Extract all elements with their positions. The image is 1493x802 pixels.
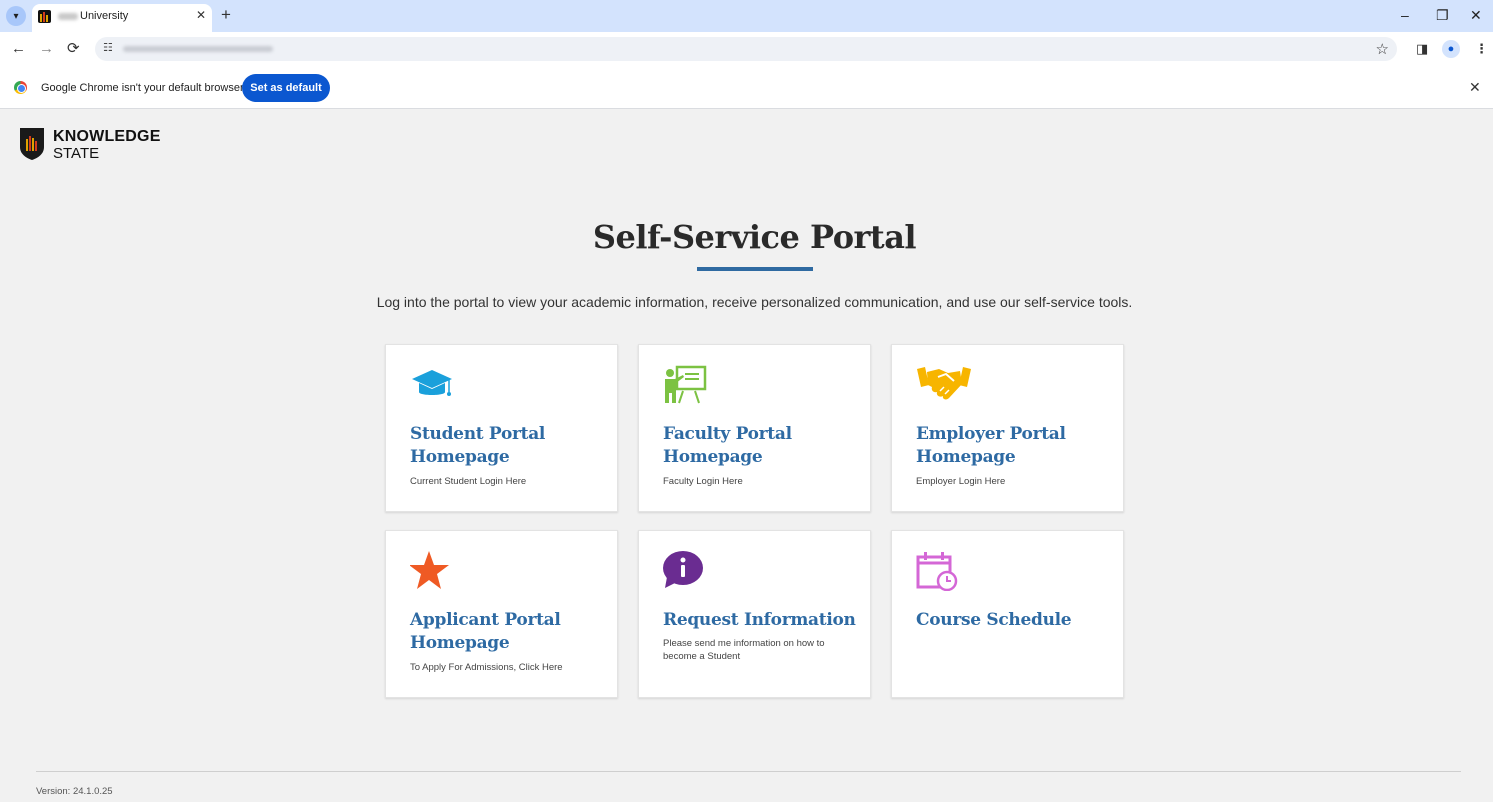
chrome-logo-icon [14, 81, 27, 94]
course-schedule-card[interactable]: Course Schedule [891, 530, 1124, 698]
footer-divider [36, 771, 1461, 772]
card-description: To Apply For Admissions, Click Here [410, 662, 563, 673]
back-button[interactable]: ← [11, 40, 26, 58]
page-intro: Log into the portal to view your academi… [376, 294, 1133, 310]
default-browser-infobar: Google Chrome isn't your default browser… [0, 66, 1493, 109]
calendar-clock-icon [916, 552, 958, 591]
card-description: Please send me information on how to bec… [663, 638, 825, 662]
close-window-button[interactable]: ✕ [1470, 6, 1482, 24]
card-title: Faculty Portal Homepage [663, 424, 792, 467]
side-panel-icon[interactable]: ◨ [1416, 41, 1428, 57]
site-settings-icon[interactable]: ☷ [103, 41, 113, 54]
logo-text-line2: STATE [53, 145, 100, 162]
star-icon [410, 551, 449, 589]
minimize-button[interactable]: – [1401, 6, 1409, 24]
bookmark-star-icon[interactable]: ☆ [1376, 40, 1389, 58]
card-description: Current Student Login Here [410, 476, 527, 487]
logo-text-line1: KNOWLEDGE [53, 128, 161, 145]
infobar-close-icon[interactable]: ✕ [1469, 79, 1481, 96]
card-title: Applicant Portal Homepage [410, 610, 561, 653]
restore-button[interactable]: ❐ [1436, 6, 1449, 24]
new-tab-button[interactable]: + [221, 6, 231, 24]
tab-search-icon[interactable]: ▾ [6, 6, 26, 26]
employer-portal-card[interactable]: Employer Portal Homepage Employer Login … [891, 344, 1124, 512]
card-title: Student Portal Homepage [410, 424, 546, 467]
university-shield-logo[interactable] [19, 127, 45, 161]
browser-toolbar: ← → ⟳ ☷ ☆ ◨ ⋮ [0, 32, 1493, 66]
request-information-card[interactable]: Request Information Please send me infor… [638, 530, 871, 698]
applicant-portal-card[interactable]: Applicant Portal Homepage To Apply For A… [385, 530, 618, 698]
graduation-cap-icon [412, 370, 452, 396]
tab-close-icon[interactable]: ✕ [196, 8, 206, 22]
favicon-icon [38, 10, 51, 23]
card-description: Faculty Login Here [663, 476, 743, 487]
version-text: Version: 24.1.0.25 [36, 786, 113, 797]
url-text-blurred [123, 46, 273, 52]
handshake-icon [917, 367, 971, 400]
address-bar[interactable]: ☷ ☆ [95, 37, 1397, 61]
page-title: Self-Service Portal [592, 218, 917, 256]
set-as-default-button[interactable]: Set as default [242, 74, 330, 102]
forward-button[interactable]: → [39, 40, 54, 58]
browser-tab[interactable]: University ✕ [32, 4, 212, 32]
card-title: Request Information [663, 610, 856, 630]
card-title: Course Schedule [916, 610, 1072, 630]
faculty-portal-card[interactable]: Faculty Portal Homepage Faculty Login He… [638, 344, 871, 512]
profile-icon[interactable]: ● [1442, 40, 1460, 58]
card-title: Employer Portal Homepage [916, 424, 1066, 467]
teacher-board-icon [665, 365, 707, 404]
infobar-message: Google Chrome isn't your default browser [41, 82, 244, 94]
card-description: Employer Login Here [916, 476, 1006, 487]
student-portal-card[interactable]: Student Portal Homepage Current Student … [385, 344, 618, 512]
tab-title: University [58, 10, 128, 22]
browser-tabstrip: ▾ University ✕ + – ❐ ✕ [0, 0, 1493, 32]
info-bubble-icon [663, 551, 703, 588]
title-underline [697, 267, 813, 271]
menu-icon[interactable]: ⋮ [1475, 41, 1488, 57]
reload-button[interactable]: ⟳ [67, 40, 80, 58]
